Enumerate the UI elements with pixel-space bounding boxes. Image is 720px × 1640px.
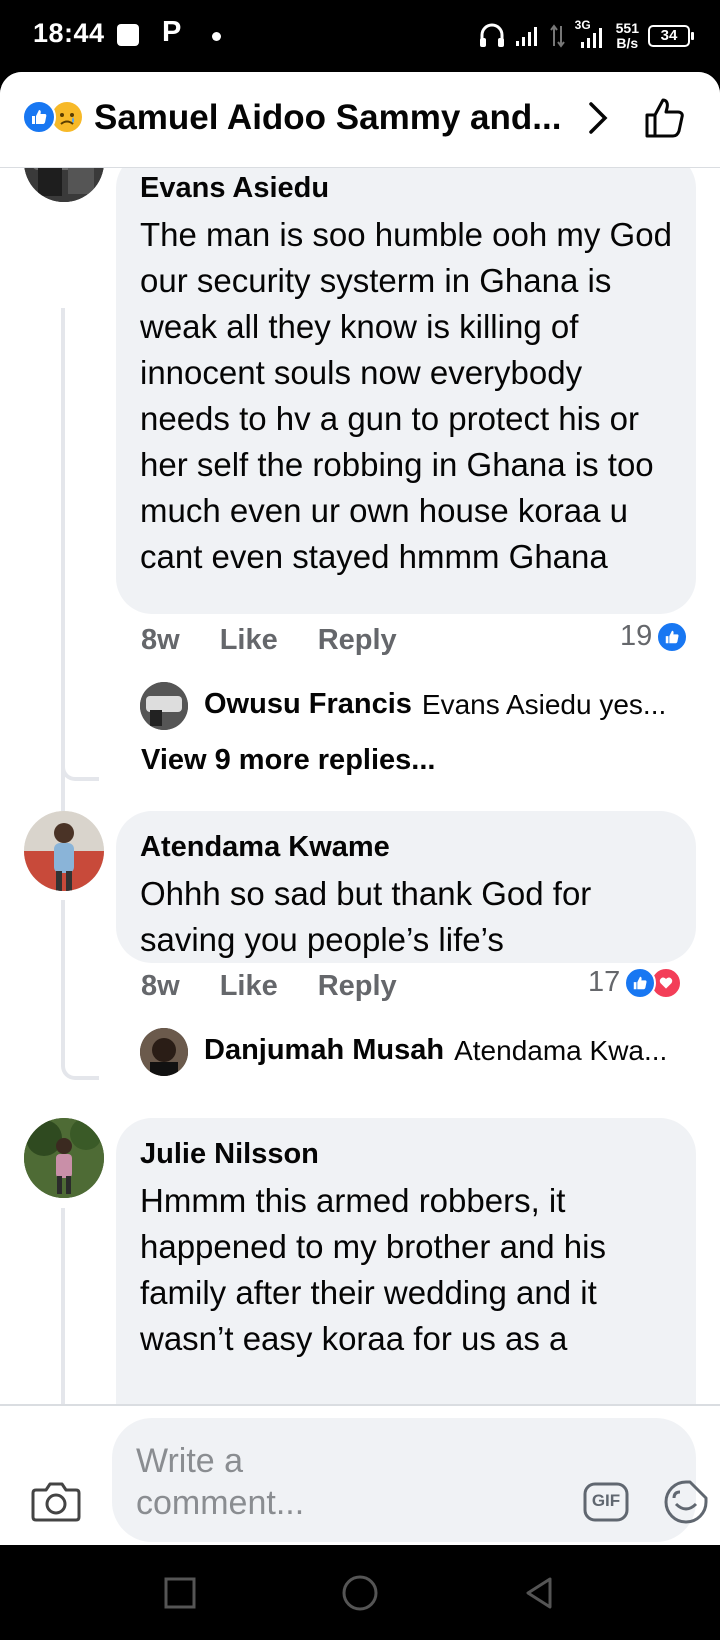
like-reaction-icon [656,620,689,653]
system-navigation-bar [0,1545,720,1640]
comment-text: Hmmm this armed robbers, it happened to … [140,1182,606,1357]
avatar[interactable] [24,811,104,891]
back-icon[interactable] [518,1571,562,1615]
gif-icon[interactable]: GIF [582,1480,630,1524]
recents-icon[interactable] [158,1571,202,1615]
comment-input[interactable]: Write a comment... GIF [112,1418,708,1542]
gif-label: GIF [591,1491,621,1510]
like-button[interactable]: Like [220,624,278,657]
status-indicators: 3G 551 B/s 34 [478,16,694,56]
avatar[interactable] [24,168,104,202]
like-reaction-icon [624,966,657,999]
status-time: 18:44 [33,18,105,48]
chevron-right-icon[interactable] [583,98,613,138]
reply-author[interactable]: Danjumah Musah [204,1034,444,1067]
reply-preview[interactable]: Danjumah Musah Atendama Kwa... [204,1034,684,1067]
network-speed: 551 B/s [616,21,639,51]
comment-composer: Write a comment... GIF [0,1404,720,1545]
comment-actions: 8w Like Reply [141,624,397,657]
comment-text: The man is soo humble ooh my God our sec… [140,216,672,575]
comment-actions: 8w Like Reply [141,970,397,1003]
comment-time: 8w [141,624,180,656]
comment-author[interactable]: Evans Asiedu [140,170,672,206]
comment-bubble[interactable]: Atendama Kwame Ohhh so sad but thank God… [116,811,696,963]
sticker-icon[interactable] [662,1478,710,1526]
signal-1-icon [515,27,537,46]
status-bar: 18:44 P 3G 551 B/s 34 [0,0,720,72]
view-more-replies[interactable]: View 9 more replies... [141,744,435,777]
thread-line [61,308,99,781]
reaction-count[interactable]: 19 [620,620,689,653]
comment-time: 8w [141,970,180,1002]
like-button[interactable]: Like [220,970,278,1003]
comment-input-placeholder: Write a comment... [136,1442,305,1522]
comment-bubble[interactable]: Julie Nilsson Hmmm this armed robbers, i… [116,1118,696,1404]
reply-author[interactable]: Owusu Francis [204,688,412,721]
reply-button[interactable]: Reply [318,624,397,657]
thread-line [61,1208,65,1404]
header-title[interactable]: Samuel Aidoo Sammy and... [94,98,564,138]
reply-avatar[interactable] [140,1028,188,1076]
network-speed-value: 551 [615,20,639,36]
like-reaction-icon [22,100,56,134]
reactions-header[interactable]: Samuel Aidoo Sammy and... [0,72,720,168]
header-reactions [22,99,88,135]
notification-square-icon [117,24,139,46]
network-speed-unit: B/s [616,35,639,51]
home-icon[interactable] [338,1571,382,1615]
comment-bubble[interactable]: Evans Asiedu The man is soo humble ooh m… [116,168,696,614]
reply-avatar[interactable] [140,682,188,730]
comment-list[interactable]: Evans Asiedu The man is soo humble ooh m… [0,168,720,1404]
reply-text: Evans Asiedu yes... [421,688,667,720]
battery-icon: 34 [648,25,694,47]
notification-p-icon: P [162,16,182,48]
data-arrows-icon [549,24,565,48]
thread-line [61,900,99,1080]
like-outline-icon[interactable] [643,96,687,140]
comment-text: Ohhh so sad but thank God for saving you… [140,875,592,958]
reply-text: Atendama Kwa... [454,1034,668,1066]
notification-dot-icon [212,32,221,41]
comment-author[interactable]: Julie Nilsson [140,1136,672,1172]
comment-author[interactable]: Atendama Kwame [140,829,672,865]
reaction-count-value: 17 [588,966,621,998]
headphones-icon [479,23,504,47]
comments-sheet: Samuel Aidoo Sammy and... Evans Asiedu T… [0,72,720,1545]
reply-preview[interactable]: Owusu Francis Evans Asiedu yes... [204,688,684,721]
reply-button[interactable]: Reply [318,970,397,1003]
reaction-count[interactable]: 17 [588,966,683,999]
camera-icon[interactable] [30,1476,82,1524]
signal-2-icon: 3G [575,18,607,50]
reaction-count-value: 19 [620,620,653,652]
avatar[interactable] [24,1118,104,1198]
